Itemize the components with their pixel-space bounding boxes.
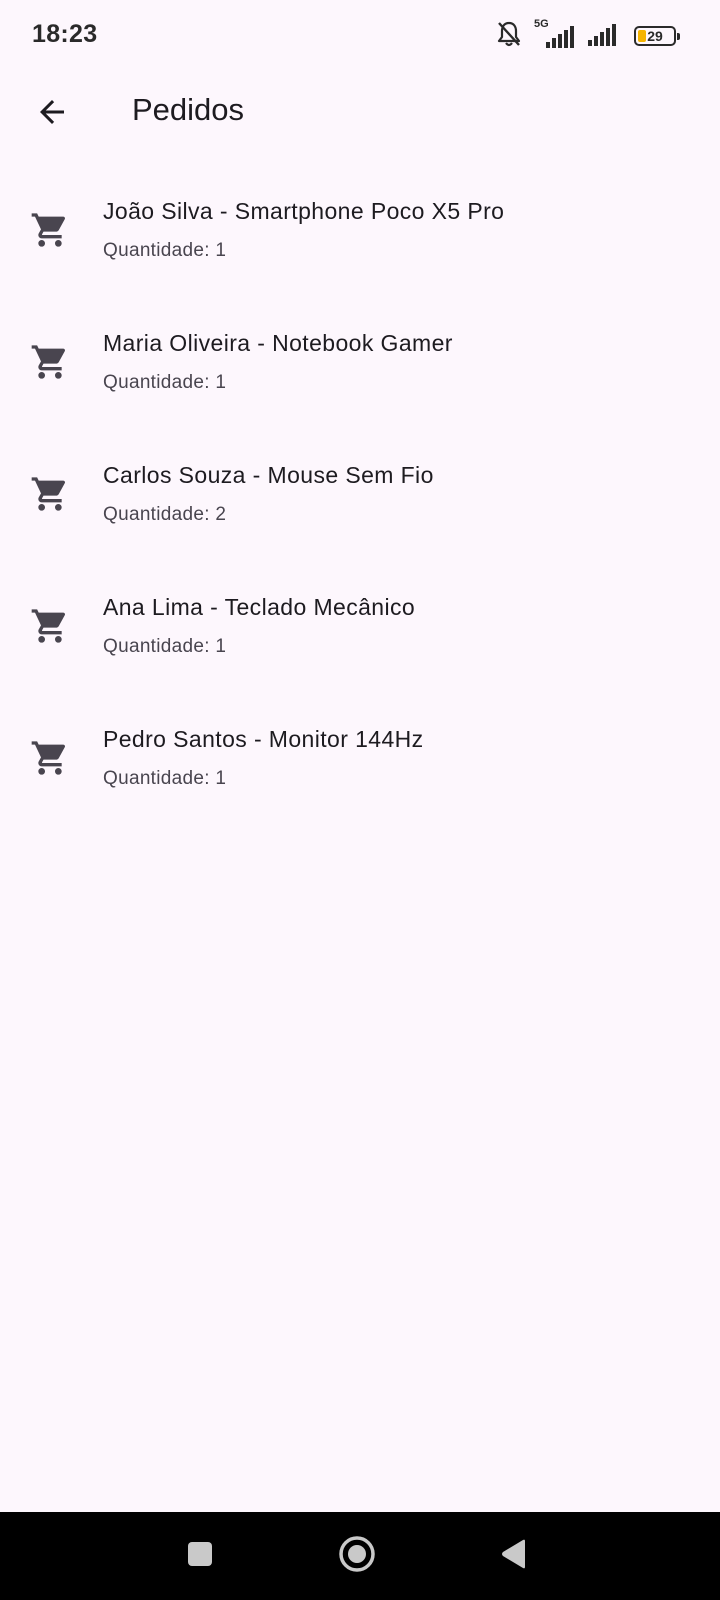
home-button[interactable] xyxy=(331,1530,383,1582)
battery-percent: 29 xyxy=(647,28,663,44)
system-nav-bar xyxy=(0,1512,720,1600)
page-title: Pedidos xyxy=(132,92,245,127)
shopping-cart-icon xyxy=(30,342,70,382)
list-item[interactable]: Maria Oliveira - Notebook Gamer Quantida… xyxy=(0,312,720,444)
status-time: 18:23 xyxy=(32,20,98,48)
status-icons: 5G 29 xyxy=(496,18,680,53)
signal-icon xyxy=(586,20,620,53)
home-icon xyxy=(337,1534,377,1579)
recents-button[interactable] xyxy=(174,1530,226,1582)
order-title: Maria Oliveira - Notebook Gamer xyxy=(103,330,453,356)
recents-icon xyxy=(186,1540,214,1573)
shopping-cart-icon xyxy=(30,474,70,514)
order-quantity: Quantidade: 1 xyxy=(103,768,227,789)
order-title: João Silva - Smartphone Poco X5 Pro xyxy=(103,198,505,224)
order-quantity: Quantidade: 1 xyxy=(103,372,227,393)
back-triangle-icon xyxy=(499,1538,529,1575)
order-title: Ana Lima - Teclado Mecânico xyxy=(103,594,416,620)
arrow-back-icon xyxy=(34,94,70,135)
signal-5g-icon: 5G xyxy=(532,18,576,50)
order-quantity: Quantidade: 1 xyxy=(103,636,227,657)
list-item[interactable]: Pedro Santos - Monitor 144Hz Quantidade:… xyxy=(0,708,720,840)
list-item[interactable]: Carlos Souza - Mouse Sem Fio Quantidade:… xyxy=(0,444,720,576)
list-item[interactable]: Ana Lima - Teclado Mecânico Quantidade: … xyxy=(0,576,720,708)
status-bar: 18:23 5G 29 xyxy=(0,0,720,72)
order-quantity: Quantidade: 1 xyxy=(103,240,227,261)
shopping-cart-icon xyxy=(30,606,70,646)
order-title: Pedro Santos - Monitor 144Hz xyxy=(103,726,424,752)
network-label: 5G xyxy=(534,18,549,30)
back-button[interactable] xyxy=(26,88,78,140)
bell-muted-icon xyxy=(496,20,522,53)
battery-icon: 29 xyxy=(634,26,680,46)
battery-tip xyxy=(677,33,680,40)
shopping-cart-icon xyxy=(30,210,70,250)
shopping-cart-icon xyxy=(30,738,70,778)
list-item[interactable]: João Silva - Smartphone Poco X5 Pro Quan… xyxy=(0,180,720,312)
order-list: João Silva - Smartphone Poco X5 Pro Quan… xyxy=(0,180,720,840)
order-title: Carlos Souza - Mouse Sem Fio xyxy=(103,462,434,488)
battery-level-fill xyxy=(638,30,646,42)
app-bar: Pedidos xyxy=(0,72,720,156)
order-quantity: Quantidade: 2 xyxy=(103,504,227,525)
system-back-button[interactable] xyxy=(488,1530,540,1582)
